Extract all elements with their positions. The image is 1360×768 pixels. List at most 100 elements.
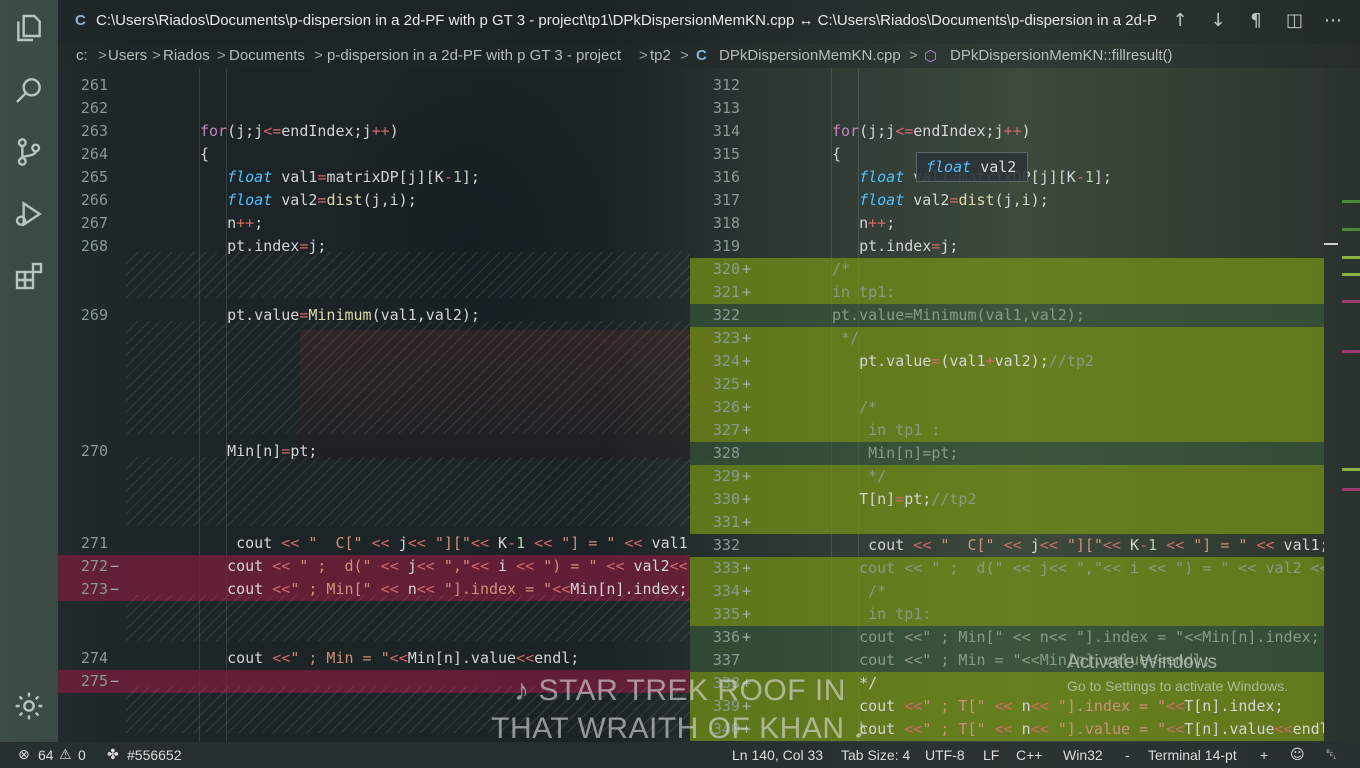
notifications-bell-icon[interactable]: ␇ (1326, 747, 1337, 763)
code-line[interactable]: 331 + (690, 511, 1324, 534)
next-change-icon[interactable]: ↓ (1210, 10, 1226, 31)
breadcrumb-file[interactable]: DPkDispersionMemKN.cpp (719, 47, 901, 64)
diff-marker: + (742, 283, 752, 301)
code-line[interactable]: 321 + in tp1: (690, 281, 1324, 304)
line-number: 273 (80, 580, 108, 598)
breadcrumb-users[interactable]: Users (108, 47, 147, 64)
code-line[interactable]: 318 n++; (690, 212, 1324, 235)
breadcrumb-symbol[interactable]: DPkDispersionMemKN::fillresult() (950, 47, 1173, 64)
source-control-icon[interactable] (13, 136, 45, 168)
breadcrumb-folder[interactable]: tp2 (650, 47, 671, 64)
line-number: 329 (712, 467, 740, 485)
code-line[interactable]: 272− cout << " ; d(" << j<< ","<< i << "… (58, 555, 690, 578)
code-line[interactable]: 336 + cout <<" ; Min[" << n<< "].index = … (690, 626, 1324, 649)
more-actions-icon[interactable]: ⋯ (1324, 10, 1342, 31)
code-text: /* (832, 260, 851, 278)
code-line[interactable]: 271 cout << " C[" << j<< "]["<< K-1 << "… (58, 532, 690, 555)
code-line[interactable]: 328 Min[n]=pt; (690, 442, 1324, 465)
code-text: Min[n]=pt; (832, 444, 959, 462)
code-line[interactable]: 330 + T[n]=pt;//tp2 (690, 488, 1324, 511)
split-editor-icon[interactable]: ◫ (1286, 10, 1303, 31)
code-line[interactable]: 274 cout <<" ; Min = "<<Min[n].value<<en… (58, 647, 690, 670)
platform[interactable]: Win32 (1063, 747, 1103, 763)
code-line[interactable]: 317 float val2=dist(j,i); (690, 189, 1324, 212)
cpp-file-icon: C (75, 12, 86, 29)
activate-windows-watermark: Activate Windows Go to Settings to activ… (1067, 652, 1288, 694)
line-number: 312 (712, 76, 740, 94)
line-number: 320 (712, 260, 740, 278)
breadcrumb-user[interactable]: Riados (163, 47, 210, 64)
terminal-plus-button[interactable]: + (1260, 747, 1268, 763)
ruler-marker (1342, 228, 1360, 231)
ruler-marker (1342, 256, 1360, 259)
line-number: 275 (80, 672, 108, 690)
code-line[interactable]: 324 + pt.value=(val1+val2);//tp2 (690, 350, 1324, 373)
breadcrumb-project[interactable]: p-dispersion in a 2d-PF with p GT 3 - pr… (327, 47, 621, 64)
line-number: 315 (712, 145, 740, 163)
code-line[interactable]: 313 (690, 97, 1324, 120)
code-line[interactable]: 329 + */ (690, 465, 1324, 488)
previous-change-icon[interactable]: ↑ (1172, 10, 1188, 31)
overview-ruler[interactable] (1324, 68, 1360, 742)
errors-icon[interactable]: ⊗ (18, 747, 30, 763)
code-line[interactable]: 327 + in tp1 : (690, 419, 1324, 442)
line-number: 326 (712, 398, 740, 416)
diff-filler-region (126, 321, 690, 434)
show-whitespace-icon[interactable]: ¶ (1248, 10, 1264, 31)
ruler-marker (1342, 300, 1360, 303)
code-text: cout <<" ; T[" << n<< "].index = "<<T[n]… (832, 697, 1284, 715)
terminal-font-size[interactable]: Terminal 14-pt (1148, 747, 1237, 763)
activity-bar (0, 0, 58, 742)
line-number: 270 (80, 442, 108, 460)
breadcrumb-separator: > (909, 47, 918, 64)
code-text: /* (832, 398, 878, 416)
encoding[interactable]: UTF-8 (925, 747, 965, 763)
line-number: 263 (80, 122, 108, 140)
code-line[interactable]: 326 + /* (690, 396, 1324, 419)
color-picker-icon[interactable]: ✤ (107, 747, 119, 763)
tab-size[interactable]: Tab Size: 4 (841, 747, 910, 763)
line-ending[interactable]: LF (983, 747, 999, 763)
lyric-overlay: ♪ STAR TREK ROOF IN THAT WRAITH OF KHAN … (470, 672, 890, 748)
code-line[interactable]: 333 + cout << " ; d(" << j<< ","<< i << "… (690, 557, 1324, 580)
line-number: 265 (80, 168, 108, 186)
code-line[interactable]: 335 + in tp1: (690, 603, 1324, 626)
code-line[interactable]: 323 + */ (690, 327, 1324, 350)
run-debug-icon[interactable] (13, 198, 45, 230)
code-line[interactable]: 334 + /* (690, 580, 1324, 603)
search-icon[interactable] (13, 74, 45, 106)
code-line[interactable]: 320 + /* (690, 258, 1324, 281)
line-number: 324 (712, 352, 740, 370)
breadcrumb-separator: > (680, 47, 689, 64)
explorer-icon[interactable] (13, 12, 45, 44)
code-line[interactable]: 332 cout << " C[" << j<< "]["<< K-1 << "… (690, 534, 1324, 557)
language-mode[interactable]: C++ (1016, 747, 1042, 763)
code-line[interactable]: 319 pt.index=j; (690, 235, 1324, 258)
code-line[interactable]: 264 { (58, 143, 690, 166)
diff-original-pane[interactable]: 261 262 263 for(j;j<=endIndex;j++) 264 {265 f… (58, 68, 690, 742)
code-line[interactable]: 262 (58, 97, 690, 120)
diff-filler-region (126, 595, 690, 641)
breadcrumb-documents[interactable]: Documents (229, 47, 305, 64)
code-line[interactable]: 325 + (690, 373, 1324, 396)
code-line[interactable]: 314 for(j;j<=endIndex;j++) (690, 120, 1324, 143)
color-value[interactable]: #556652 (127, 747, 182, 763)
code-line[interactable]: 267 n++; (58, 212, 690, 235)
code-text: */ (832, 467, 887, 485)
warnings-icon[interactable]: ⚠ (59, 747, 72, 763)
code-line[interactable]: 312 (690, 74, 1324, 97)
errors-count[interactable]: 64 (38, 747, 54, 763)
breadcrumb-drive[interactable]: c: (76, 47, 88, 64)
warnings-count[interactable]: 0 (78, 747, 86, 763)
feedback-icon[interactable]: ☺ (1290, 747, 1305, 763)
settings-gear-icon[interactable] (13, 690, 45, 722)
extensions-icon[interactable] (13, 260, 45, 292)
diff-marker: + (742, 421, 752, 439)
code-line[interactable]: 266 float val2=dist(j,i); (58, 189, 690, 212)
code-line[interactable]: 265 float val1=matrixDP[j][K-1]; (58, 166, 690, 189)
code-line[interactable]: 261 (58, 74, 690, 97)
code-line[interactable]: 263 for(j;j<=endIndex;j++) (58, 120, 690, 143)
cursor-position[interactable]: Ln 140, Col 33 (732, 747, 823, 763)
breadcrumb-separator: > (217, 47, 226, 64)
code-line[interactable]: 322 pt.value=Minimum(val1,val2); (690, 304, 1324, 327)
